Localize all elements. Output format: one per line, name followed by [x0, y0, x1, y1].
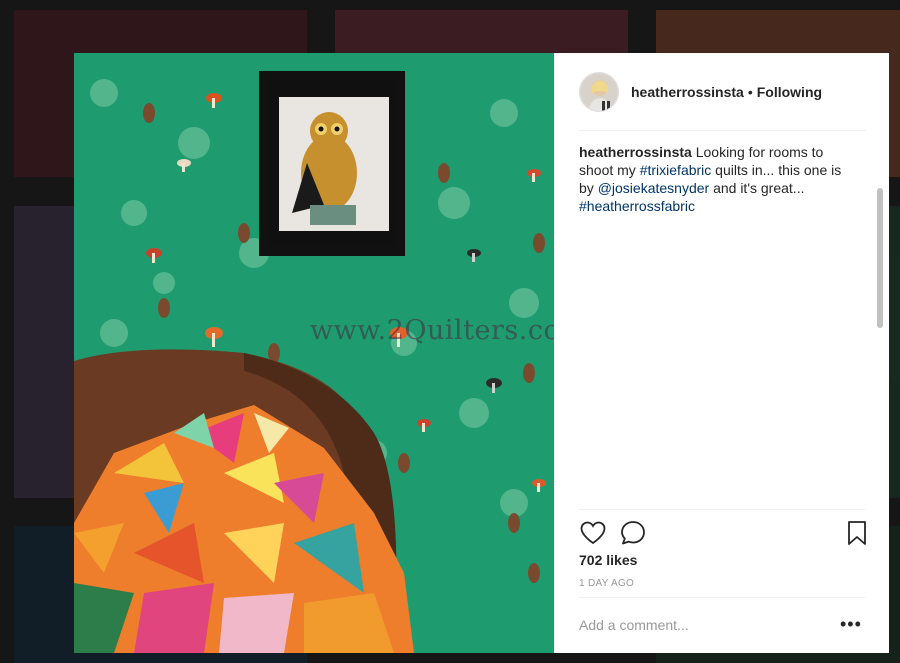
avatar[interactable]	[579, 72, 619, 112]
photo-illustration	[74, 53, 554, 653]
avatar-image	[580, 73, 618, 111]
header-divider	[579, 130, 866, 131]
scrollbar-thumb[interactable]	[877, 188, 883, 328]
save-button[interactable]	[843, 519, 871, 547]
post-details-panel: heatherrossinsta • Following heatherross…	[554, 53, 889, 653]
mention-link[interactable]: @josiekatesnyder	[598, 180, 710, 196]
comment-input[interactable]: Add a comment...	[579, 617, 689, 633]
post-actions	[579, 519, 866, 547]
post-modal: www.2Quilters.com heatherrossinsta • Fol…	[74, 53, 889, 653]
caption-username[interactable]: heatherrossinsta	[579, 144, 692, 160]
post-username[interactable]: heatherrossinsta	[631, 84, 744, 100]
post-caption: heatherrossinsta Looking for rooms to sh…	[579, 143, 849, 215]
following-button[interactable]: Following	[757, 84, 822, 100]
likes-count[interactable]: 702 likes	[579, 552, 637, 568]
actions-divider	[579, 509, 865, 510]
post-timestamp[interactable]: 1 DAY AGO	[579, 578, 634, 589]
more-options-icon[interactable]: •••	[840, 615, 862, 633]
comment-button[interactable]	[619, 519, 647, 547]
hashtag-link[interactable]: #trixiefabric	[640, 162, 712, 178]
post-header: heatherrossinsta • Following	[555, 53, 890, 131]
hashtag-link[interactable]: #heatherrossfabric	[579, 198, 695, 214]
like-button[interactable]	[579, 519, 607, 547]
post-photo[interactable]: www.2Quilters.com	[74, 53, 554, 653]
comment-bubble-icon	[621, 521, 645, 545]
bookmark-icon	[848, 521, 866, 545]
comment-divider	[579, 597, 865, 598]
heart-icon	[580, 521, 606, 545]
separator-dot: •	[747, 84, 753, 100]
caption-text: and it's great...	[709, 180, 805, 196]
watermark-text: www.2Quilters.com	[310, 315, 554, 346]
